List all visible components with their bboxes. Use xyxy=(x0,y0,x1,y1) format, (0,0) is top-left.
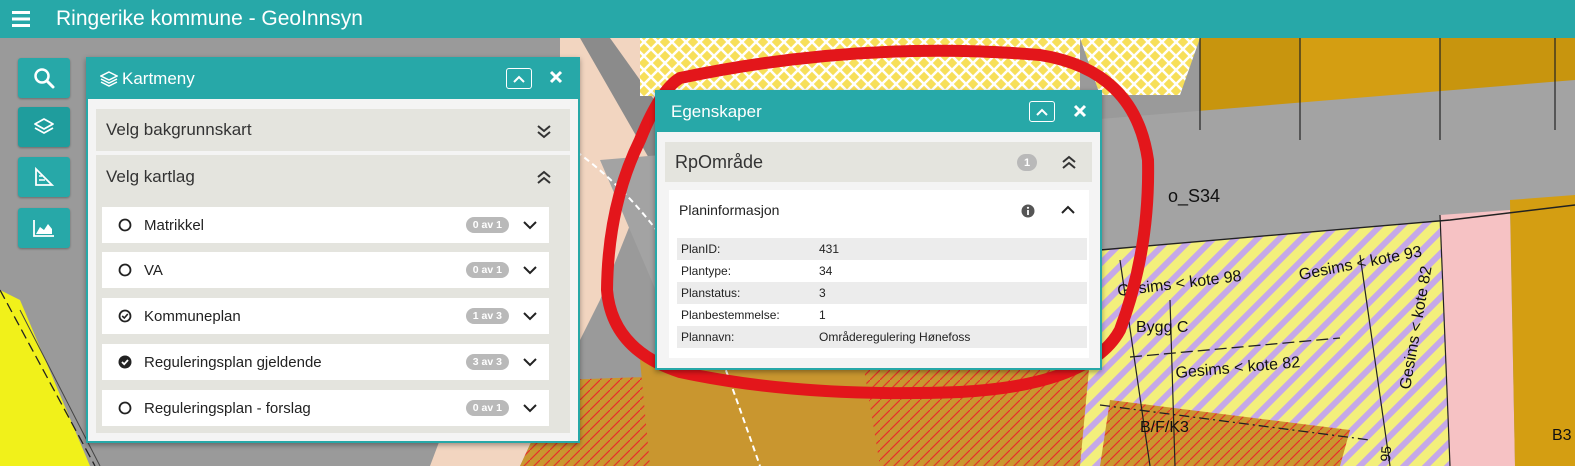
layer-row-kommuneplan[interactable]: Kommuneplan 1 av 3 xyxy=(102,298,549,334)
attribute-row: Planbestemmelse: 1 xyxy=(677,304,1087,326)
partial-check-circle-icon[interactable] xyxy=(118,309,132,323)
radio-empty-icon[interactable] xyxy=(118,401,132,415)
attribute-key: Planstatus: xyxy=(681,286,741,300)
hamburger-menu-icon[interactable] xyxy=(0,0,44,38)
bakgrunnskart-label: Velg bakgrunnskart xyxy=(106,120,252,139)
layer-row-reguleringsplan-forslag[interactable]: Reguleringsplan - forslag 0 av 1 xyxy=(102,390,549,426)
chevron-up-icon xyxy=(513,75,525,83)
layer-count-badge: 3 av 3 xyxy=(465,354,509,370)
kartlag-label[interactable]: Velg kartlag xyxy=(106,167,195,187)
layer-row-matrikkel[interactable]: Matrikkel 0 av 1 xyxy=(102,207,549,243)
attribute-key: PlanID: xyxy=(681,242,721,256)
map-label-bygg: Bygg C xyxy=(1136,319,1188,336)
feature-count-badge: 1 xyxy=(1017,154,1037,171)
kartmeny-panel: Kartmeny Velg bakgrunnskart Velg kartlag… xyxy=(86,57,580,443)
layers-button[interactable] xyxy=(18,107,70,147)
feature-type-section[interactable]: RpOmråde 1 xyxy=(665,142,1092,182)
chevron-up-icon xyxy=(1036,108,1048,116)
egenskaper-header: Egenskaper xyxy=(657,92,1100,132)
profile-chart-icon xyxy=(33,220,54,237)
bakgrunnskart-section[interactable]: Velg bakgrunnskart xyxy=(96,109,570,151)
app-title: Ringerike kommune - GeoInnsyn xyxy=(56,7,363,30)
map-label-b3: B3 xyxy=(1552,427,1572,444)
attribute-row: Plannavn: Områderegulering Hønefoss xyxy=(677,326,1087,348)
layer-label: Reguleringsplan gjeldende xyxy=(144,353,322,371)
map-label-road: o_S34 xyxy=(1168,186,1220,207)
double-chevron-down-icon xyxy=(537,125,551,139)
layer-count-badge: 0 av 1 xyxy=(465,400,509,416)
attribute-key: Plannavn: xyxy=(681,330,735,344)
layer-count-badge: 0 av 1 xyxy=(465,217,509,233)
layer-count-badge: 1 av 3 xyxy=(465,308,509,324)
attribute-value: 1 xyxy=(819,308,826,322)
kartmeny-collapse-button[interactable] xyxy=(506,68,532,89)
map-label-num-95: 95 xyxy=(1377,445,1394,462)
attribute-value: 34 xyxy=(819,264,833,278)
chevron-down-icon[interactable] xyxy=(523,220,537,230)
egenskaper-collapse-button[interactable] xyxy=(1029,101,1055,122)
attribute-value: 431 xyxy=(819,242,840,256)
chevron-down-icon[interactable] xyxy=(523,311,537,321)
measure-icon xyxy=(35,166,55,186)
egenskaper-panel: Egenskaper RpOmråde 1 Planinformasjon Pl… xyxy=(655,90,1102,370)
app-header: Ringerike kommune - GeoInnsyn xyxy=(0,0,1575,38)
egenskaper-title: Egenskaper xyxy=(671,102,762,121)
attribute-value: 3 xyxy=(819,286,826,300)
radio-empty-icon[interactable] xyxy=(118,263,132,277)
layer-label: Reguleringsplan - forslag xyxy=(144,399,311,417)
layer-label: Matrikkel xyxy=(144,216,205,234)
check-circle-filled-icon[interactable] xyxy=(118,355,132,369)
chevron-down-icon[interactable] xyxy=(523,265,537,275)
attribute-row: PlanID: 431 xyxy=(677,238,1087,260)
radio-empty-icon[interactable] xyxy=(118,218,132,232)
close-icon xyxy=(1073,104,1087,118)
kartmeny-close-button[interactable] xyxy=(549,66,563,88)
layers-icon xyxy=(34,118,54,134)
attribute-value: Områderegulering Hønefoss xyxy=(819,330,971,344)
layer-label: Kommuneplan xyxy=(144,307,241,325)
double-chevron-up-icon xyxy=(1062,155,1076,169)
measure-button[interactable] xyxy=(18,157,70,197)
group-title: Planinformasjon xyxy=(679,202,780,218)
attribute-key: Plantype: xyxy=(681,264,732,278)
layer-row-reguleringsplan-gjeldende[interactable]: Reguleringsplan gjeldende 3 av 3 xyxy=(102,344,549,380)
chevron-down-icon[interactable] xyxy=(523,357,537,367)
attribute-row: Plantype: 34 xyxy=(677,260,1087,282)
double-chevron-up-icon[interactable] xyxy=(536,169,552,185)
close-icon xyxy=(549,70,563,84)
layer-row-va[interactable]: VA 0 av 1 xyxy=(102,252,549,288)
kartmeny-title: Kartmeny xyxy=(122,69,195,88)
search-button[interactable] xyxy=(18,58,70,98)
egenskaper-close-button[interactable] xyxy=(1073,100,1087,122)
attribute-key: Planbestemmelse: xyxy=(681,308,780,322)
attribute-row: Planstatus: 3 xyxy=(677,282,1087,304)
profile-button[interactable] xyxy=(18,208,70,248)
layer-count-badge: 0 av 1 xyxy=(465,262,509,278)
map-label-bfk: B/F/K3 xyxy=(1140,419,1189,436)
layer-label: VA xyxy=(144,261,163,279)
kartmeny-header: Kartmeny xyxy=(88,59,578,99)
info-icon[interactable] xyxy=(1021,204,1035,218)
chevron-down-icon[interactable] xyxy=(523,403,537,413)
chevron-up-icon[interactable] xyxy=(1061,205,1075,215)
layers-icon xyxy=(100,71,118,87)
feature-type-label: RpOmråde xyxy=(675,151,764,172)
search-icon xyxy=(34,68,55,89)
